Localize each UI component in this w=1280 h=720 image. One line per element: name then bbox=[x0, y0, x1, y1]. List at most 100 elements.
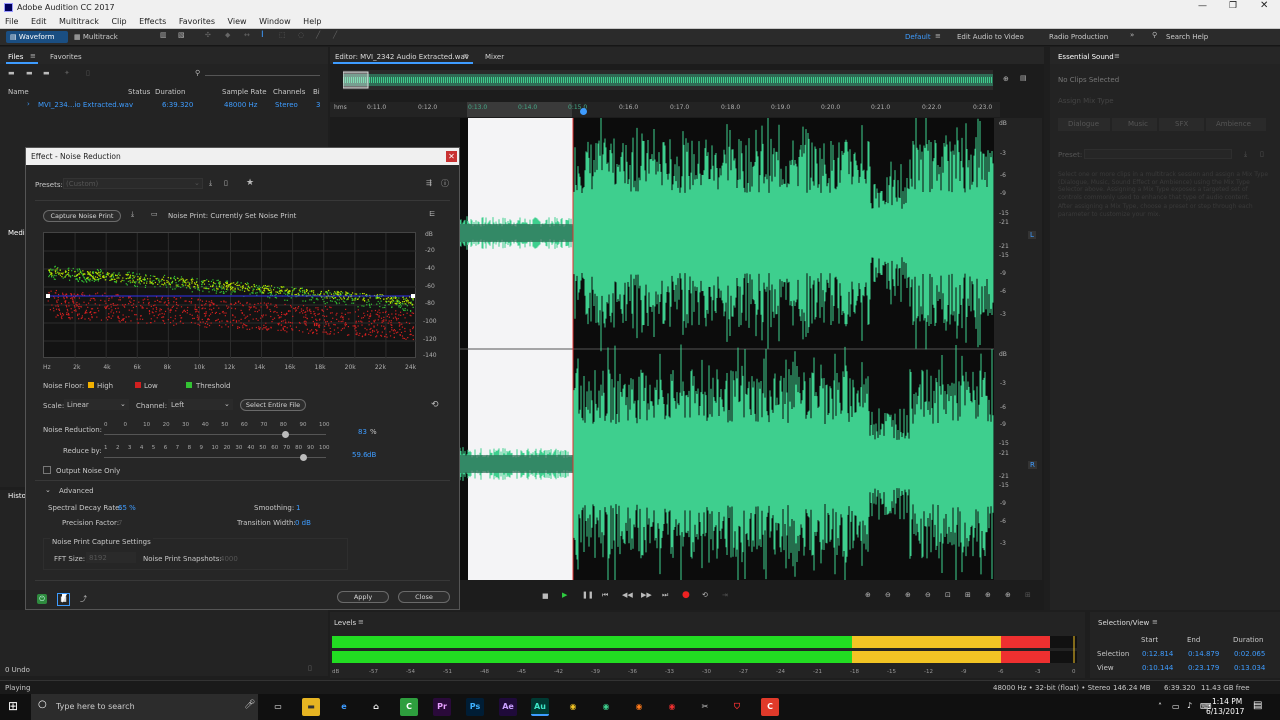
skip-icon[interactable]: ⇥ bbox=[722, 591, 728, 599]
tab-files[interactable]: Files bbox=[8, 53, 23, 61]
menu-help[interactable]: Help bbox=[303, 15, 321, 29]
menu-favorites[interactable]: Favorites bbox=[179, 15, 215, 29]
routing-icon[interactable]: ⇶ bbox=[426, 179, 432, 187]
noise-graph[interactable] bbox=[43, 232, 417, 359]
menu-clip[interactable]: Clip bbox=[111, 15, 126, 29]
zoom-amplitude-in-icon[interactable]: ⊕ bbox=[865, 591, 871, 599]
time-selection-icon[interactable]: I bbox=[261, 30, 264, 40]
noise-print-file-icon[interactable]: ▭ bbox=[151, 210, 158, 218]
stop-icon[interactable]: ■ bbox=[542, 592, 549, 600]
select-entire-file-button[interactable]: Select Entire File bbox=[240, 399, 306, 411]
files-search-field[interactable] bbox=[205, 75, 320, 76]
save-preset-icon[interactable]: ⤓ bbox=[1244, 150, 1247, 159]
close-button[interactable]: Close bbox=[398, 591, 450, 603]
col-name[interactable]: Name bbox=[8, 88, 29, 96]
zoom-overview-icon[interactable]: ⊕ bbox=[1003, 75, 1009, 83]
smoothing-value[interactable]: 1 bbox=[296, 504, 300, 512]
export-icon[interactable]: ⤴ bbox=[80, 594, 87, 604]
zoom-reset-icon[interactable]: ⊞ bbox=[1025, 591, 1031, 599]
history-trash-icon[interactable]: ▯ bbox=[308, 664, 312, 672]
files-menu-icon[interactable]: ≡ bbox=[30, 52, 36, 60]
fft-size-dropdown[interactable]: 8192 bbox=[86, 552, 136, 563]
waveform-button[interactable]: ▤ Waveform bbox=[6, 31, 68, 43]
move-tool-icon[interactable]: ✣ bbox=[205, 31, 211, 39]
marquee-icon[interactable]: ⬚ bbox=[279, 31, 286, 39]
notifications-icon[interactable]: ▤ bbox=[1253, 700, 1262, 711]
mix-type-ambience[interactable]: Ambience bbox=[1206, 118, 1266, 131]
restore-button[interactable]: ❐ bbox=[1229, 1, 1237, 11]
selection-view-title[interactable]: Selection/View bbox=[1098, 619, 1149, 627]
essential-sound-menu-icon[interactable]: ≡ bbox=[1114, 52, 1120, 60]
zoom-full-icon[interactable]: ⊡ bbox=[945, 591, 951, 599]
essential-sound-title[interactable]: Essential Sound bbox=[1058, 53, 1114, 61]
minimize-button[interactable]: — bbox=[1198, 1, 1207, 11]
tab-editor[interactable]: Editor: MVI_2342 Audio Extracted.wav bbox=[335, 53, 469, 61]
tab-favorites[interactable]: Favorites bbox=[50, 53, 82, 61]
files-search-icon[interactable]: ⚲ bbox=[195, 69, 200, 77]
levels-title[interactable]: Levels bbox=[334, 619, 356, 627]
slip-tool-icon[interactable]: ↔ bbox=[244, 31, 250, 39]
sv-view-duration[interactable]: 0:13.034 bbox=[1234, 664, 1265, 672]
advanced-label[interactable]: Advanced bbox=[59, 487, 94, 495]
photoshop-icon[interactable]: Ps bbox=[466, 698, 484, 716]
import-icon[interactable]: ▬ bbox=[26, 69, 33, 77]
info-icon[interactable]: ⓘ bbox=[441, 178, 449, 189]
lasso-icon[interactable]: ◌ bbox=[298, 31, 304, 39]
trash-icon[interactable]: ▯ bbox=[86, 69, 90, 77]
close-window-button[interactable]: ✕ bbox=[1260, 0, 1268, 11]
premiere-icon[interactable]: Pr bbox=[433, 698, 451, 716]
chrome-alt-icon[interactable]: ◉ bbox=[663, 698, 681, 716]
search-help-input[interactable]: Search Help bbox=[1166, 33, 1208, 41]
pitch-icon[interactable]: ▧ bbox=[178, 31, 185, 39]
camtasia-icon[interactable]: C bbox=[400, 698, 418, 716]
zoom-out-icon[interactable]: ⊖ bbox=[925, 591, 931, 599]
fx-icon[interactable]: ✦ bbox=[64, 69, 70, 77]
sv-selection-start[interactable]: 0:12.814 bbox=[1142, 650, 1173, 658]
dialog-titlebar[interactable]: Effect - Noise Reduction ✕ bbox=[26, 148, 459, 165]
after-effects-icon[interactable]: Ae bbox=[499, 698, 517, 716]
save-noise-print-icon[interactable]: ⤓ bbox=[131, 210, 134, 219]
apply-button[interactable]: Apply bbox=[337, 591, 389, 603]
network-icon[interactable]: ▭ bbox=[1172, 702, 1180, 711]
save-preset-icon[interactable]: ⤓ bbox=[209, 179, 212, 188]
menu-edit[interactable]: Edit bbox=[31, 15, 47, 29]
pause-icon[interactable]: ❚❚ bbox=[582, 591, 594, 599]
edge-icon[interactable]: e bbox=[335, 698, 353, 716]
channel-right-label[interactable]: R bbox=[1028, 461, 1037, 469]
tab-mixer[interactable]: Mixer bbox=[485, 53, 504, 61]
precision-factor-value[interactable]: 7 bbox=[118, 519, 122, 527]
multitrack-button[interactable]: ▦ Multitrack bbox=[74, 31, 134, 43]
mix-type-sfx[interactable]: SFX bbox=[1159, 118, 1204, 131]
skip-end-icon[interactable]: ⏭ bbox=[662, 591, 668, 600]
sv-view-start[interactable]: 0:10.144 bbox=[1142, 664, 1173, 672]
favorite-star-icon[interactable]: ★ bbox=[246, 178, 254, 188]
mix-type-dialogue[interactable]: Dialogue bbox=[1058, 118, 1110, 131]
menu-window[interactable]: Window bbox=[259, 15, 291, 29]
rb-slider-thumb[interactable] bbox=[299, 454, 307, 461]
col-bits[interactable]: Bi bbox=[313, 88, 320, 96]
channel-left-label[interactable]: L bbox=[1028, 231, 1036, 239]
overview-settings-icon[interactable]: ▤ bbox=[1020, 74, 1027, 82]
spectral-icon[interactable]: ▥ bbox=[160, 31, 167, 39]
noise-reduction-value[interactable]: 83 bbox=[358, 428, 367, 436]
waveform-overview[interactable] bbox=[343, 70, 993, 90]
taskbar-search[interactable]: ○ Type here to search 🎤︎ bbox=[31, 694, 258, 720]
delete-preset-icon[interactable]: ▯ bbox=[1260, 150, 1264, 158]
table-row[interactable]: › MVI_234...io Extracted.wav 6:39.320 48… bbox=[0, 100, 328, 110]
noise-reduction-slider[interactable] bbox=[104, 431, 326, 438]
menu-view[interactable]: View bbox=[228, 15, 247, 29]
scale-dropdown[interactable]: Linear ⌄ bbox=[64, 399, 129, 410]
tray-chevron-icon[interactable]: ˄ bbox=[1158, 702, 1162, 711]
skip-start-icon[interactable]: ⏮ bbox=[602, 591, 608, 600]
capture-noise-print-button[interactable]: Capture Noise Print bbox=[43, 210, 121, 222]
history-tab-label[interactable]: Histo bbox=[8, 492, 26, 500]
tools-icon[interactable]: ✂ bbox=[696, 698, 714, 716]
menu-effects[interactable]: Effects bbox=[139, 15, 166, 29]
red-app-icon[interactable]: C bbox=[761, 698, 779, 716]
audition-icon[interactable]: Au bbox=[531, 698, 549, 716]
razor-tool-icon[interactable]: ◆ bbox=[225, 31, 230, 39]
advanced-chevron-icon[interactable]: ⌄ bbox=[45, 486, 51, 494]
presets-dropdown[interactable]: (Custom) ⌄ bbox=[63, 178, 203, 189]
sv-selection-end[interactable]: 0:14.879 bbox=[1188, 650, 1219, 658]
waveform-display[interactable] bbox=[460, 118, 994, 580]
